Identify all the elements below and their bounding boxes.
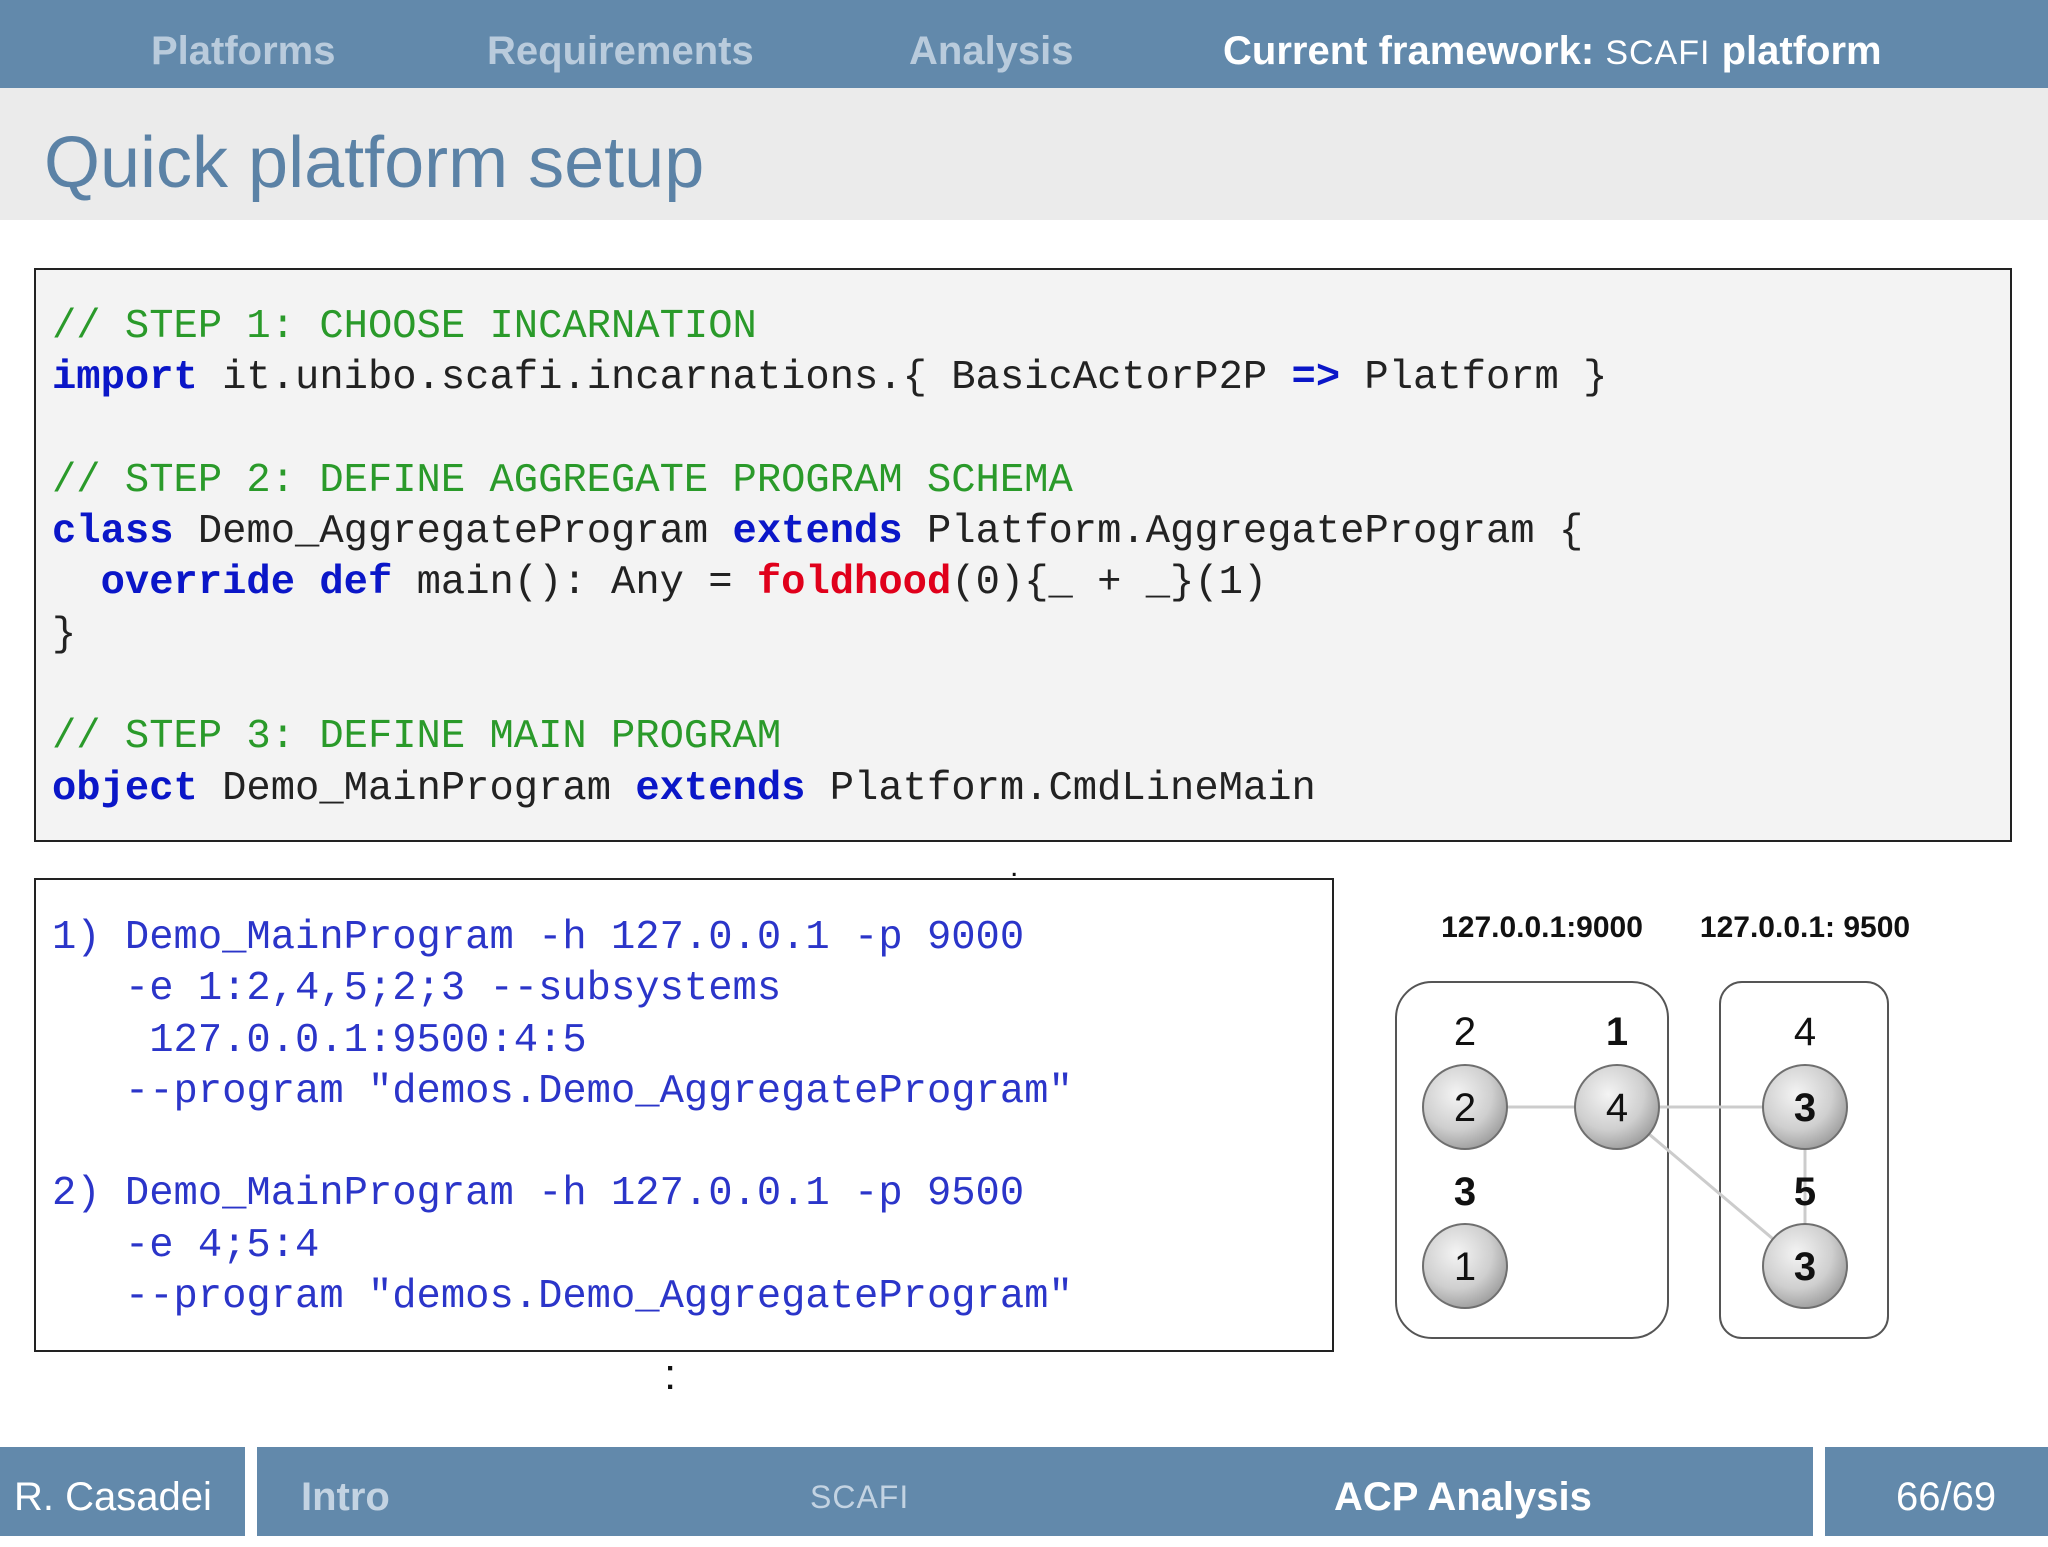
scala-code: // STEP 1: CHOOSE INCARNATION import it.… <box>52 302 1607 815</box>
host-label-9000: 127.0.0.1:9000 <box>1441 911 1643 944</box>
code-text: Demo_AggregateProgram <box>173 509 733 556</box>
code-keyword: class <box>52 509 174 556</box>
nav-active-smallcaps: SCAFI <box>1605 34 1711 72</box>
code-text: it.unibo.scafi.incarnations.{ BasicActor… <box>197 355 1292 402</box>
node-id: 5 <box>1794 1170 1816 1214</box>
node-id: 3 <box>1454 1170 1476 1214</box>
code-comment: // STEP 2: DEFINE AGGREGATE PROGRAM SCHE… <box>52 457 1073 504</box>
code-text: Demo_MainProgram <box>197 765 636 812</box>
footer-section[interactable]: Intro <box>301 1447 390 1547</box>
code-text: main(): Any = <box>392 560 757 607</box>
nav-item-platforms[interactable]: Platforms <box>151 0 336 88</box>
command-line: 1) Demo_MainProgram -h 127.0.0.1 -p 9000 <box>52 915 1025 961</box>
command-line: --program "demos.Demo_AggregateProgram" <box>52 1068 1073 1115</box>
footer-page-segment: 66/69 <box>1825 1447 2048 1536</box>
footer-title-segment: Intro SCAFI ACP Analysis <box>257 1447 1813 1536</box>
node-value: 3 <box>1794 1086 1816 1130</box>
code-text: } <box>52 611 77 658</box>
code-keyword: object <box>52 765 198 812</box>
node-value: 3 <box>1794 1245 1816 1289</box>
code-keyword: override <box>100 560 296 607</box>
nav-active-suffix: platform <box>1721 29 1882 73</box>
network-diagram: 127.0.0.1:9000 127.0.0.1: 9500 2 2 1 4 3… <box>1395 911 1910 1339</box>
node-value: 4 <box>1606 1086 1628 1130</box>
code-comment: // STEP 1: CHOOSE INCARNATION <box>52 304 757 350</box>
code-text: Platform.AggregateProgram { <box>902 509 1584 556</box>
code-keyword: extends <box>635 765 806 812</box>
node-id: 4 <box>1794 1010 1816 1054</box>
code-function: foldhood <box>756 560 952 607</box>
command-line: --program "demos.Demo_AggregateProgram" <box>52 1274 1073 1321</box>
command-line: -e 1:2,4,5;2;3 --subsystems <box>52 966 782 1013</box>
node-value: 1 <box>1454 1245 1476 1289</box>
code-keyword: def <box>319 560 393 607</box>
command-line: 2) Demo_MainProgram -h 127.0.0.1 -p 9500 <box>52 1171 1025 1218</box>
top-navigation: Platforms Requirements Analysis Current … <box>0 0 2048 88</box>
footer-author-segment: R. Casadei <box>0 1447 245 1536</box>
node-id: 1 <box>1606 1010 1628 1054</box>
code-comment: // STEP 3: DEFINE MAIN PROGRAM <box>52 714 782 761</box>
code-text: (0){_ + _}(1) <box>951 560 1268 607</box>
code-keyword: import <box>52 355 198 402</box>
command-lines: 1) Demo_MainProgram -h 127.0.0.1 -p 9000… <box>52 913 1073 1323</box>
code-text: Platform } <box>1340 355 1608 402</box>
footer: R. Casadei Intro SCAFI ACP Analysis 66/6… <box>0 1447 2048 1536</box>
page-number: 66/69 <box>1896 1475 1997 1519</box>
code-text: Platform.CmdLineMain <box>805 765 1316 812</box>
code-keyword: => <box>1291 355 1341 402</box>
page-title: Quick platform setup <box>44 123 705 203</box>
nav-item-analysis[interactable]: Analysis <box>909 0 1074 88</box>
host-label-9500: 127.0.0.1: 9500 <box>1700 911 1910 944</box>
ellipsis-colon: : <box>664 1350 677 1399</box>
footer-author: R. Casadei <box>14 1475 212 1519</box>
command-line: -e 4;5:4 <box>52 1222 320 1269</box>
command-line: 127.0.0.1:9500:4:5 <box>52 1017 587 1064</box>
nav-item-current-framework[interactable]: Current framework: SCAFI platform <box>1223 0 1882 88</box>
node-value: 2 <box>1454 1086 1476 1130</box>
node-id: 2 <box>1454 1010 1476 1054</box>
nav-item-requirements[interactable]: Requirements <box>487 0 754 88</box>
code-keyword: extends <box>732 509 903 556</box>
footer-topic[interactable]: ACP Analysis <box>1334 1447 1592 1547</box>
nav-active-prefix: Current framework: <box>1223 29 1595 73</box>
footer-subsection[interactable]: SCAFI <box>810 1447 909 1547</box>
